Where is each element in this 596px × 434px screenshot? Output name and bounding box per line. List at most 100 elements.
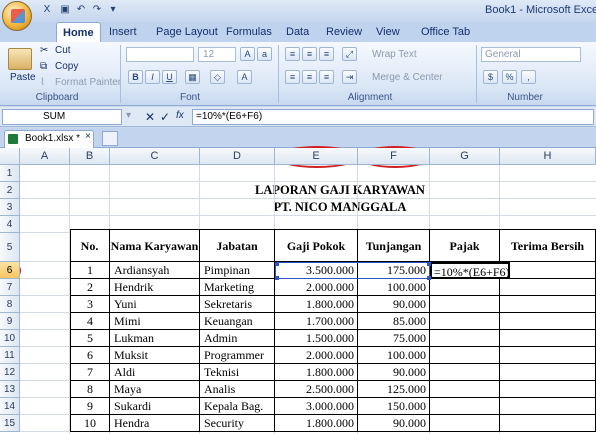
tab-data[interactable]: Data	[280, 22, 315, 42]
paste-button[interactable]: Paste	[10, 72, 36, 83]
office-button[interactable]	[2, 1, 32, 31]
wrap-text-button[interactable]: Wrap Text	[372, 49, 417, 60]
name-cell[interactable]: Sukardi	[110, 398, 200, 415]
undo-icon[interactable]: ↶	[74, 3, 88, 17]
close-tab-icon[interactable]: ×	[85, 131, 91, 142]
tab-formulas[interactable]: Formulas	[220, 22, 278, 42]
currency-icon[interactable]: $	[483, 70, 498, 84]
base-salary-cell[interactable]: 2.000.000	[275, 347, 358, 364]
range-handle[interactable]	[275, 262, 279, 266]
column-header-a[interactable]: A	[20, 148, 70, 165]
name-cell[interactable]: Mimi	[110, 313, 200, 330]
no-cell[interactable]: 8	[70, 381, 110, 398]
format-painter-button[interactable]: Format Painter	[55, 77, 121, 88]
active-cell-g6[interactable]: =10%*(E6+F6)	[430, 262, 510, 279]
range-handle[interactable]	[275, 276, 279, 280]
tab-view[interactable]: View	[370, 22, 406, 42]
row-header-1[interactable]: 1	[0, 165, 20, 182]
fill-color-icon[interactable]: ◇	[210, 70, 225, 84]
no-cell[interactable]: 9	[70, 398, 110, 415]
font-name-box[interactable]	[126, 47, 194, 62]
orientation-icon[interactable]: ⤢	[342, 47, 357, 61]
qat-dropdown-icon[interactable]: ▾	[106, 3, 120, 17]
font-color-icon[interactable]: A	[237, 70, 252, 84]
column-header-c[interactable]: C	[110, 148, 200, 165]
allowance-cell[interactable]: 85.000	[358, 313, 430, 330]
base-salary-cell[interactable]: 2.000.000	[275, 279, 358, 296]
insert-function-icon[interactable]: fx	[176, 110, 184, 121]
indent-icon[interactable]: ⇥	[342, 70, 357, 84]
row-header-8[interactable]: 8	[0, 296, 20, 313]
column-header-e[interactable]: E	[275, 148, 358, 165]
base-salary-cell[interactable]: 1.700.000	[275, 313, 358, 330]
allowance-cell[interactable]: 100.000	[358, 279, 430, 296]
position-cell[interactable]: Sekretaris	[200, 296, 275, 313]
position-cell[interactable]: Admin	[200, 330, 275, 347]
percent-icon[interactable]: %	[502, 70, 517, 84]
shrink-font-icon[interactable]: a	[257, 47, 272, 61]
enter-icon[interactable]: ✓	[160, 110, 170, 124]
column-header-h[interactable]: H	[500, 148, 596, 165]
column-header-f[interactable]: F	[358, 148, 430, 165]
row-header-12[interactable]: 12	[0, 364, 20, 381]
cut-icon[interactable]: ✂	[40, 45, 48, 56]
cancel-icon[interactable]: ✕	[145, 110, 155, 124]
row-header-9[interactable]: 9	[0, 313, 20, 330]
row-header-15[interactable]: 15	[0, 415, 20, 432]
name-cell[interactable]: Lukman	[110, 330, 200, 347]
name-cell[interactable]: Aldi	[110, 364, 200, 381]
allowance-cell[interactable]: 75.000	[358, 330, 430, 347]
position-cell[interactable]: Analis	[200, 381, 275, 398]
column-header-g[interactable]: G	[430, 148, 500, 165]
redo-icon[interactable]: ↷	[90, 3, 104, 17]
row-header-13[interactable]: 13	[0, 381, 20, 398]
format-painter-icon[interactable]: ⌇	[40, 77, 45, 88]
row-header-11[interactable]: 11	[0, 347, 20, 364]
grow-font-icon[interactable]: A	[240, 47, 255, 61]
font-size-box[interactable]: 12	[198, 47, 236, 62]
select-all-corner[interactable]	[0, 148, 20, 165]
base-salary-cell[interactable]: 3.000.000	[275, 398, 358, 415]
row-header-4[interactable]: 4	[0, 216, 20, 233]
row-header-5[interactable]: 5	[0, 233, 20, 262]
allowance-cell[interactable]: 100.000	[358, 347, 430, 364]
no-cell[interactable]: 2	[70, 279, 110, 296]
tab-page-layout[interactable]: Page Layout	[150, 22, 224, 42]
position-cell[interactable]: Marketing	[200, 279, 275, 296]
range-handle[interactable]	[427, 276, 431, 280]
base-salary-cell[interactable]: 1.800.000	[275, 364, 358, 381]
tab-insert[interactable]: Insert	[103, 22, 143, 42]
row-header-3[interactable]: 3	[0, 199, 20, 216]
name-cell[interactable]: Maya	[110, 381, 200, 398]
merge-center-button[interactable]: Merge & Center	[372, 72, 443, 83]
row-header-7[interactable]: 7	[0, 279, 20, 296]
name-cell[interactable]: Ardiansyah	[110, 262, 200, 279]
position-cell[interactable]: Keuangan	[200, 313, 275, 330]
no-cell[interactable]: 6	[70, 347, 110, 364]
borders-icon[interactable]: ▦	[185, 70, 200, 84]
column-header-b[interactable]: B	[70, 148, 110, 165]
paste-icon[interactable]	[8, 48, 32, 70]
italic-icon[interactable]: I	[145, 70, 160, 84]
name-box-dropdown-icon[interactable]: ▾	[126, 110, 131, 121]
no-cell[interactable]: 3	[70, 296, 110, 313]
align-middle-icon[interactable]: ≡	[302, 47, 317, 61]
allowance-cell[interactable]: 90.000	[358, 364, 430, 381]
name-cell[interactable]: Hendrik	[110, 279, 200, 296]
row-header-10[interactable]: 10	[0, 330, 20, 347]
comma-icon[interactable]: ,	[521, 70, 536, 84]
number-format-box[interactable]: General	[481, 47, 581, 62]
allowance-cell[interactable]: 150.000	[358, 398, 430, 415]
name-box[interactable]: SUM	[2, 109, 122, 125]
base-salary-cell[interactable]: 1.800.000	[275, 415, 358, 432]
position-cell[interactable]: Programmer	[200, 347, 275, 364]
no-cell[interactable]: 4	[70, 313, 110, 330]
align-top-icon[interactable]: ≡	[285, 47, 300, 61]
name-cell[interactable]: Hendra	[110, 415, 200, 432]
underline-icon[interactable]: U	[162, 70, 177, 84]
no-cell[interactable]: 1	[70, 262, 110, 279]
base-salary-cell[interactable]: 2.500.000	[275, 381, 358, 398]
position-cell[interactable]: Teknisi	[200, 364, 275, 381]
allowance-cell[interactable]: 90.000	[358, 415, 430, 432]
save-icon[interactable]: ▣	[58, 3, 72, 17]
